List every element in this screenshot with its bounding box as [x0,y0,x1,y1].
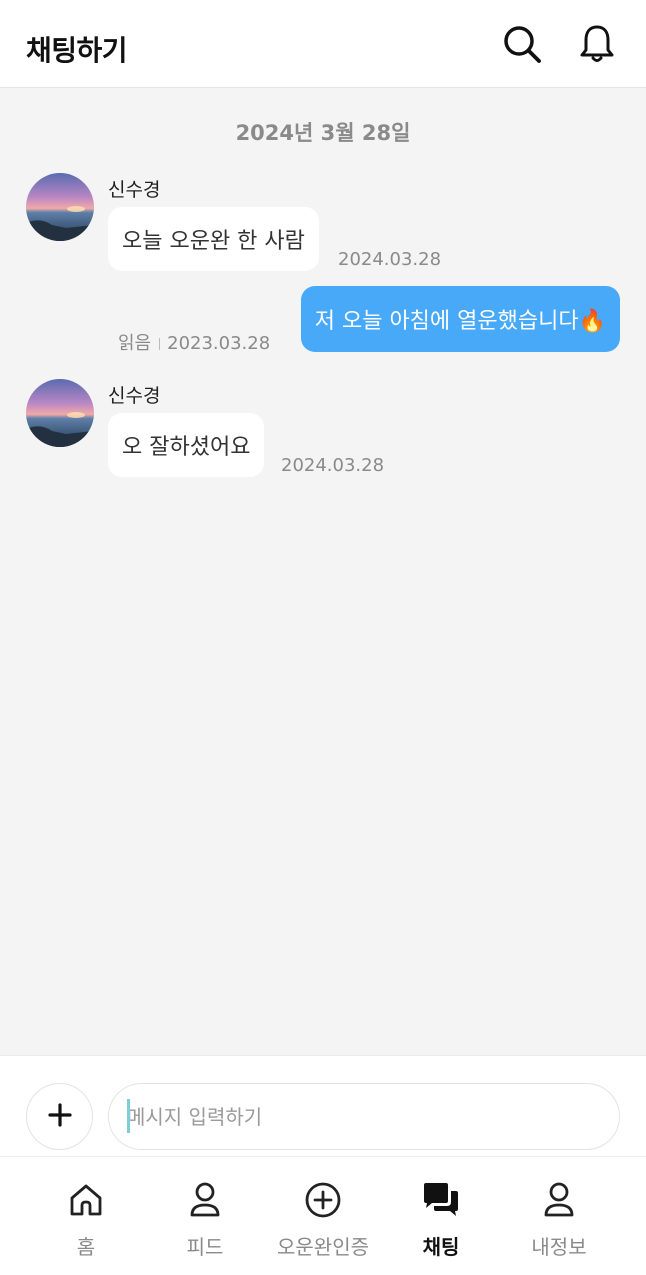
plus-button[interactable] [26,1083,93,1150]
message-time: 2024.03.28 [281,455,385,476]
person-icon [188,1179,222,1221]
tab-label: 내정보 [531,1235,587,1259]
tab-label: 피드 [186,1235,224,1259]
tab-workout-proof[interactable]: 오운완인증 [264,1157,382,1275]
chat-area[interactable]: 2024년 3월 28일 신수경 오늘 오운완 한 사람 2024.03.28 … [0,89,646,1055]
avatar[interactable] [26,379,94,447]
plus-icon [47,1102,72,1131]
sender-name: 신수경 [108,179,161,201]
tab-chat[interactable]: 채팅 [382,1157,500,1275]
read-divider [159,338,161,350]
page-title: 채팅하기 [26,34,128,67]
read-label: 읽음 [118,333,152,354]
tab-my-info[interactable]: 내정보 [500,1157,618,1275]
message-time: 2023.03.28 [167,333,271,354]
message-time: 2024.03.28 [338,249,442,270]
tab-home[interactable]: 홈 [27,1157,145,1275]
app-header: 채팅하기 [0,0,646,88]
plus-circle-icon [304,1179,342,1221]
message-composer [0,1055,646,1156]
home-icon [68,1179,104,1221]
chat-bubbles-icon [421,1179,461,1221]
search-icon[interactable] [500,22,544,66]
tab-feed[interactable]: 피드 [146,1157,264,1275]
date-divider: 2024년 3월 28일 [235,121,411,145]
bell-icon[interactable] [575,22,619,66]
incoming-message-bubble[interactable]: 오 잘하셨어요 [108,413,265,477]
incoming-message-bubble[interactable]: 오늘 오운완 한 사람 [108,207,319,271]
message-input[interactable] [108,1083,620,1150]
tab-label: 채팅 [422,1235,460,1259]
tab-label: 홈 [76,1235,96,1259]
tab-label: 오운완인증 [277,1235,369,1259]
text-cursor [127,1099,130,1133]
sender-name: 신수경 [108,385,161,407]
bottom-tab-bar: 홈 피드 오운완인증 채팅 내정보 [0,1156,646,1275]
outgoing-message-bubble[interactable]: 저 오늘 아침에 열운했습니다🔥 [300,286,620,352]
read-status: 읽음 2023.03.28 [118,329,270,355]
person-icon [542,1179,576,1221]
avatar[interactable] [26,173,94,241]
